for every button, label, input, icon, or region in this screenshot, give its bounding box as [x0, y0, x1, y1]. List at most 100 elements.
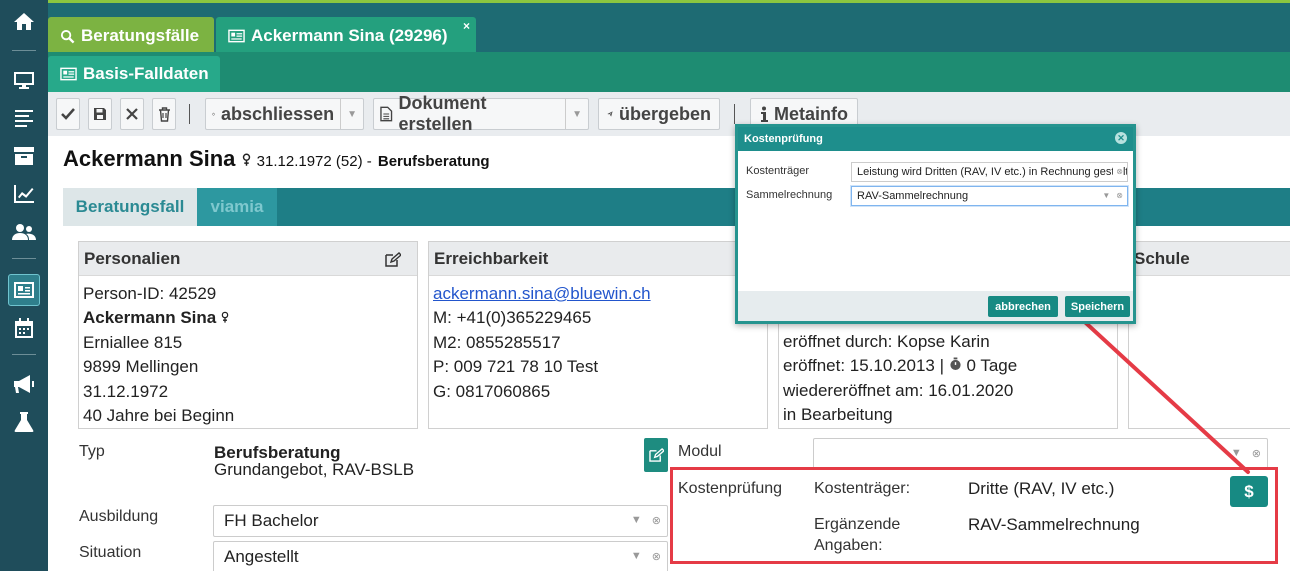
sammelrechnung-label: Sammelrechnung — [746, 189, 833, 201]
dialog-title: Kostenprüfung — [744, 133, 823, 145]
chevron-down-icon[interactable]: ▼ — [1102, 191, 1110, 200]
kostentraeger-select[interactable]: Leistung wird Dritten (RAV, IV etc.) in … — [851, 162, 1128, 182]
person-fullname: Ackermann Sina — [83, 308, 217, 328]
delete-button[interactable] — [152, 98, 176, 130]
age-at-start: 40 Jahre bei Beginn — [83, 406, 235, 426]
chevron-down-icon[interactable]: ▼ — [565, 99, 588, 129]
trash-icon — [158, 106, 170, 122]
uebergeben-button[interactable]: übergeben — [598, 98, 720, 130]
chevron-down-icon[interactable]: ▼ — [340, 99, 363, 129]
person-name-line: Ackermann Sina — [83, 306, 413, 330]
edit-icon — [648, 448, 664, 462]
chart-icon[interactable] — [10, 180, 38, 208]
save-button[interactable] — [88, 98, 112, 130]
card-header: Erreichbarkeit — [429, 242, 767, 276]
birthdate: 31.12.1972 — [83, 381, 169, 401]
document-icon — [380, 106, 393, 122]
typ-label: Typ — [79, 443, 105, 460]
chevron-down-icon[interactable]: ▼ — [631, 514, 642, 527]
tab-basis-falldaten[interactable]: Basis-Falldaten — [48, 56, 220, 92]
confirm-button[interactable] — [56, 98, 80, 130]
tab-label: Basis-Falldaten — [83, 64, 209, 83]
users-icon[interactable] — [10, 218, 38, 246]
list-icon[interactable] — [10, 104, 38, 132]
schule-card: Schule — [1128, 241, 1290, 429]
check-icon — [61, 108, 75, 120]
opened-by: eröffnet durch: Kopse Karin — [783, 332, 990, 351]
case-status: in Bearbeitung — [783, 405, 893, 425]
ergaenzende-value: RAV-Sammelrechnung — [968, 515, 1140, 534]
button-label: übergeben — [618, 103, 711, 124]
tab-record[interactable]: Ackermann Sina (29296) × — [216, 17, 476, 55]
person-id: Person-ID: 42529 — [83, 284, 217, 303]
floppy-icon — [94, 108, 106, 120]
button-label: Metainfo — [774, 103, 848, 124]
abschliessen-button[interactable]: abschliessen ▼ — [205, 98, 364, 130]
phone-mobile-2: M2: 0855285517 — [433, 332, 561, 352]
tab-beratungsfall[interactable]: Beratungsfall — [63, 188, 197, 226]
opened-date: eröffnet: 15.10.2013 | — [783, 356, 945, 376]
person-name: Ackermann Sina — [63, 146, 236, 171]
toolbar-separator — [189, 104, 190, 124]
card-title: Schule — [1134, 248, 1190, 268]
tab-viamia[interactable]: viamia — [197, 188, 277, 226]
top-tab-bar: Beratungsfälle Ackermann Sina (29296) × — [48, 0, 1290, 55]
angaben-label: Angaben: — [814, 537, 883, 554]
megaphone-icon[interactable] — [10, 370, 38, 398]
ausbildung-select[interactable]: FH Bachelor ▼ ⊗ — [213, 505, 668, 537]
card-title: Erreichbarkeit — [434, 248, 549, 268]
personalien-card: Personalien Person-ID: 42529 Ackermann S… — [78, 241, 418, 429]
tab-beratungsfaelle[interactable]: Beratungsfälle — [48, 17, 214, 55]
select-value: RAV-Sammelrechnung — [857, 190, 969, 202]
page-title: Ackermann Sina 31.12.1972 (52) - Berufsb… — [63, 146, 490, 172]
monitor-icon[interactable] — [10, 66, 38, 94]
close-tab-button[interactable]: × — [463, 19, 470, 33]
home-icon[interactable] — [10, 8, 38, 36]
clear-icon[interactable]: ⊗ — [1116, 191, 1123, 200]
card-header: Personalien — [79, 242, 417, 276]
select-value: FH Bachelor — [224, 511, 319, 530]
archive-icon[interactable] — [10, 142, 38, 170]
phone-private: P: 009 721 78 10 Test — [433, 357, 599, 377]
select-value: Leistung wird Dritten (RAV, IV etc.) in … — [857, 166, 1128, 178]
tab-label: Ackermann Sina (29296) — [251, 26, 448, 45]
cancel-button[interactable]: abbrechen — [988, 296, 1058, 317]
calendar-icon[interactable] — [10, 314, 38, 342]
kostentraeger-label: Kostenträger — [746, 165, 809, 177]
left-sidebar — [0, 0, 48, 571]
chevron-down-icon[interactable]: ▼ — [631, 550, 642, 563]
ausbildung-label: Ausbildung — [79, 508, 159, 525]
clear-icon[interactable]: ⊗ — [1116, 167, 1123, 176]
flask-icon[interactable] — [10, 408, 38, 436]
edit-icon[interactable] — [385, 252, 401, 267]
save-button[interactable]: Speichern — [1065, 296, 1130, 317]
edit-typ-button[interactable] — [644, 438, 668, 472]
stopwatch-icon — [950, 357, 961, 371]
email-link[interactable]: ackermann.sina@bluewin.ch — [433, 284, 651, 303]
kostentraeger-value: Dritte (RAV, IV etc.) — [968, 479, 1115, 498]
city: 9899 Mellingen — [83, 357, 199, 377]
power-icon — [212, 112, 215, 116]
kostentraeger-label: Kostenträger: — [814, 480, 911, 497]
id-card-icon[interactable] — [8, 274, 40, 306]
sammelrechnung-select[interactable]: RAV-Sammelrechnung ▼ ⊗ — [851, 186, 1128, 206]
street: Erniallee 815 — [83, 332, 183, 352]
clear-icon[interactable]: ⊗ — [1252, 447, 1261, 460]
sub-tab-bar: Basis-Falldaten — [48, 52, 1290, 92]
female-icon — [242, 153, 250, 166]
situation-label: Situation — [79, 544, 142, 561]
dokument-erstellen-button[interactable]: Dokument erstellen ▼ — [373, 93, 589, 134]
paper-plane-icon — [607, 111, 613, 117]
id-card-icon — [60, 67, 77, 81]
modul-select[interactable]: ▼ ⊗ — [813, 438, 1268, 470]
dialog-footer: abbrechen Speichern — [738, 291, 1133, 321]
chevron-down-icon[interactable]: ▼ — [1231, 447, 1242, 460]
card-title: Personalien — [84, 248, 181, 268]
close-icon[interactable]: ✕ — [1115, 132, 1127, 144]
erreichbarkeit-card: Erreichbarkeit ackermann.sina@bluewin.ch… — [428, 241, 768, 429]
clear-icon[interactable]: ⊗ — [652, 550, 661, 563]
cancel-button[interactable] — [120, 98, 144, 130]
kostenpruefung-button[interactable]: $ — [1230, 476, 1268, 507]
situation-select[interactable]: Angestellt ▼ ⊗ — [213, 541, 668, 571]
clear-icon[interactable]: ⊗ — [652, 514, 661, 527]
